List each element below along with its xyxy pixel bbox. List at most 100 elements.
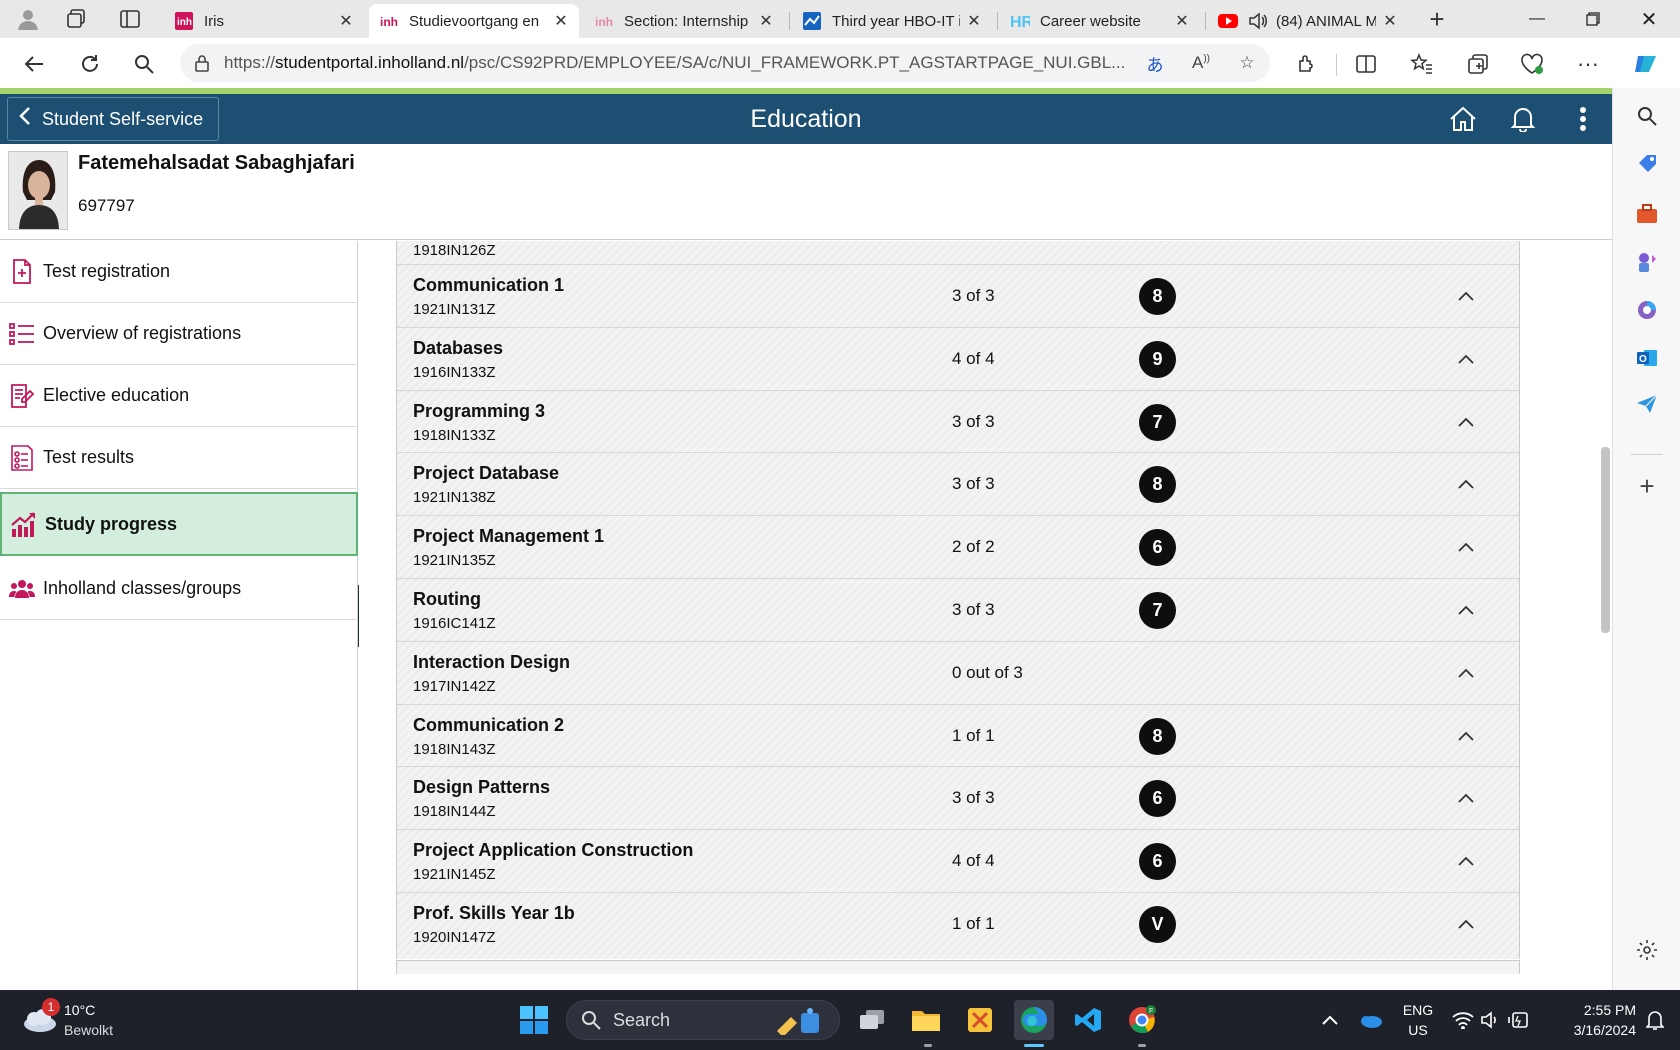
browser-tab[interactable]: Third year HBO-IT i ✕	[792, 4, 992, 38]
back-to-self-service-button[interactable]: Student Self-service	[7, 97, 219, 141]
snipping-tool-icon[interactable]	[960, 1000, 1000, 1040]
battery-icon[interactable]	[1502, 1000, 1536, 1040]
favorite-star-icon[interactable]: ☆	[1224, 53, 1270, 73]
notification-center-icon[interactable]	[1638, 1000, 1672, 1040]
add-sidebar-app-icon[interactable]: +	[1633, 471, 1661, 501]
course-row[interactable]: Project Management 1 1921IN135Z 2 of 2 6	[397, 515, 1519, 578]
file-explorer-icon[interactable]	[906, 1000, 946, 1040]
browser-tab-active[interactable]: inh Studievoortgang en ✕	[369, 4, 579, 38]
course-row[interactable]: Databases 1916IN133Z 4 of 4 9	[397, 326, 1519, 390]
close-tab-icon[interactable]: ✕	[338, 11, 354, 31]
url-bar[interactable]: https://studentportal.inholland.nl/psc/C…	[180, 44, 1270, 82]
list-icon	[0, 322, 43, 346]
chevron-up-icon[interactable]	[1455, 913, 1477, 935]
course-row[interactable]: Design Patterns 1918IN144Z 3 of 3 6	[397, 766, 1519, 829]
close-tab-icon[interactable]: ✕	[1174, 11, 1190, 31]
microsoft-365-icon[interactable]	[1633, 296, 1661, 324]
restore-icon[interactable]	[1565, 0, 1621, 38]
taskbar-search[interactable]: Search	[566, 1000, 840, 1040]
lock-icon[interactable]	[180, 54, 224, 72]
nav-item-test-registration[interactable]: Test registration	[0, 241, 358, 303]
svg-text:O: O	[1639, 354, 1647, 365]
close-tab-icon[interactable]: ✕	[1382, 11, 1398, 31]
chevron-up-icon[interactable]	[1455, 787, 1477, 809]
chevron-up-icon[interactable]	[1455, 473, 1477, 495]
shopping-tag-icon[interactable]	[1633, 150, 1661, 178]
course-row[interactable]: Routing 1916IC141Z 3 of 3 7	[397, 578, 1519, 641]
back-arrow-icon[interactable]	[18, 48, 50, 80]
course-row[interactable]: Communication 2 1918IN143Z 1 of 1 8	[397, 703, 1519, 767]
course-row[interactable]: Project Database 1921IN138Z 3 of 3 8	[397, 452, 1519, 515]
search-icon[interactable]	[128, 48, 160, 80]
weather-widget[interactable]: 1 10°C Bewolkt	[20, 998, 170, 1042]
chevron-up-icon[interactable]	[1455, 285, 1477, 307]
chevron-up-icon[interactable]	[1455, 348, 1477, 370]
audio-playing-icon[interactable]	[1248, 11, 1268, 31]
course-row[interactable]: Programming 3 1918IN133Z 3 of 3 7	[397, 389, 1519, 453]
course-row[interactable]: Prof. Skills Year 1b 1920IN147Z 1 of 1 V	[397, 892, 1519, 955]
close-tab-icon[interactable]: ✕	[966, 11, 982, 31]
scrollbar-thumb[interactable]	[1601, 447, 1610, 633]
chevron-up-icon[interactable]	[1455, 662, 1477, 684]
browser-tab[interactable]: inh Section: Internship ✕	[584, 4, 784, 38]
split-screen-icon[interactable]	[1350, 48, 1382, 80]
minimize-icon[interactable]: —	[1509, 0, 1565, 38]
show-hidden-icons-chevron-icon[interactable]	[1312, 1000, 1348, 1040]
read-aloud-icon[interactable]: A))	[1178, 53, 1224, 73]
system-clock[interactable]: 2:55 PM 3/16/2024	[1540, 1000, 1636, 1040]
chevron-up-icon[interactable]	[1455, 411, 1477, 433]
profile-icon[interactable]	[8, 0, 48, 38]
edge-browser-icon[interactable]	[1014, 1000, 1054, 1040]
notifications-bell-icon[interactable]	[1507, 103, 1539, 135]
nav-item-overview-of-registrations[interactable]: Overview of registrations	[0, 303, 358, 365]
browser-tab[interactable]: inh Iris ✕	[164, 4, 364, 38]
nav-item-inholland-classes-groups[interactable]: Inholland classes/groups	[0, 558, 358, 620]
windows-start-icon[interactable]	[514, 1000, 554, 1040]
send-plane-icon[interactable]	[1633, 390, 1661, 418]
browser-tab[interactable]: HR Career website ✕	[1000, 4, 1200, 38]
close-tab-icon[interactable]: ✕	[553, 11, 569, 31]
tab-actions-icon[interactable]	[110, 0, 150, 38]
collections-icon[interactable]	[1462, 48, 1494, 80]
chrome-icon[interactable]: F	[1122, 1000, 1162, 1040]
workspaces-icon[interactable]	[56, 0, 96, 38]
onedrive-icon[interactable]	[1352, 1000, 1388, 1040]
close-window-icon[interactable]: ✕	[1621, 0, 1677, 38]
games-icon[interactable]	[1633, 248, 1661, 276]
nav-item-elective-education[interactable]: Elective education	[0, 365, 358, 427]
nav-item-study-progress[interactable]: Study progress	[0, 492, 358, 556]
close-tab-icon[interactable]: ✕	[758, 11, 774, 31]
nav-item-label: Test results	[43, 447, 135, 467]
browser-tab[interactable]: (84) ANIMAL M ✕	[1208, 4, 1408, 38]
new-tab-icon[interactable]: +	[1417, 0, 1457, 38]
chevron-left-icon	[8, 106, 42, 132]
home-icon[interactable]	[1447, 103, 1479, 135]
task-view-icon[interactable]	[852, 1000, 892, 1040]
more-actions-icon[interactable]	[1567, 103, 1599, 135]
chevron-up-icon[interactable]	[1455, 599, 1477, 621]
translate-icon[interactable]: あ	[1132, 51, 1178, 76]
hr-favicon-icon: HR	[1010, 11, 1030, 31]
nav-item-test-results[interactable]: Test results	[0, 427, 358, 489]
course-row[interactable]: Project Application Construction 1921IN14…	[397, 829, 1519, 892]
copilot-icon[interactable]	[1630, 48, 1662, 80]
browser-essentials-icon[interactable]	[1516, 48, 1548, 80]
course-row[interactable]: Interaction Design 1917IN142Z 0 out of 3	[397, 640, 1519, 704]
outlook-icon[interactable]: O	[1633, 344, 1661, 372]
chevron-up-icon[interactable]	[1455, 850, 1477, 872]
chevron-up-icon[interactable]	[1455, 536, 1477, 558]
favorites-icon[interactable]	[1406, 48, 1438, 80]
search-icon[interactable]	[1633, 102, 1661, 130]
course-progress: 0 out of 3	[952, 662, 1023, 682]
vscode-icon[interactable]	[1068, 1000, 1108, 1040]
search-highlight-icon	[777, 1008, 819, 1035]
input-language-indicator[interactable]: ENG US	[1400, 1000, 1436, 1040]
settings-gear-icon[interactable]	[1633, 936, 1661, 964]
course-row[interactable]: Communication 1 1921IN131Z 3 of 3 8	[397, 264, 1519, 327]
partially-visible-course-row: 1918IN126Z	[396, 241, 1520, 264]
chevron-up-icon[interactable]	[1455, 725, 1477, 747]
refresh-icon[interactable]	[74, 48, 106, 80]
more-options-icon[interactable]: ···	[1572, 48, 1604, 80]
extensions-icon[interactable]	[1290, 48, 1322, 80]
tools-briefcase-icon[interactable]	[1633, 200, 1661, 228]
